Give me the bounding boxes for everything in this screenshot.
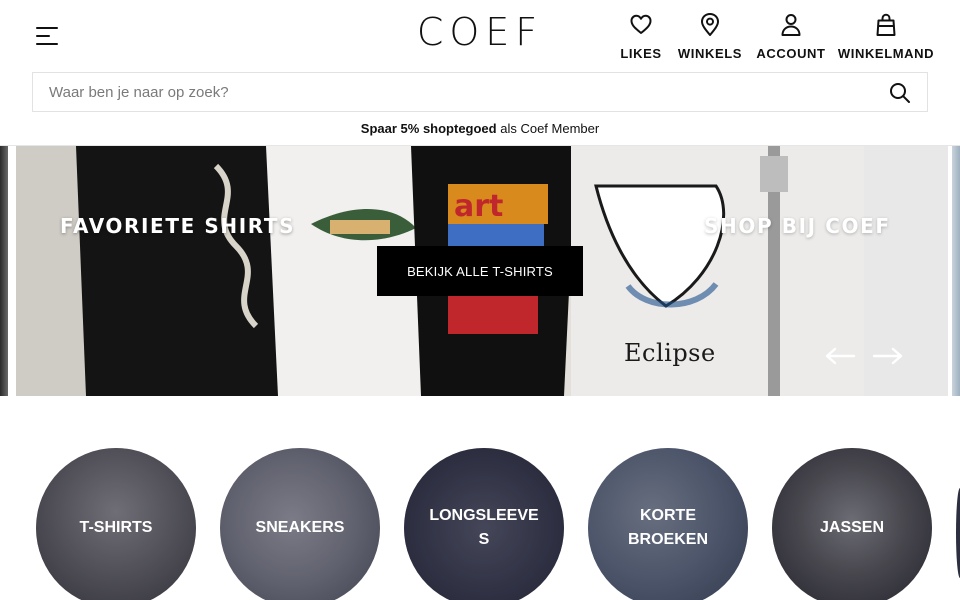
shirt-print-text: Eclipse <box>624 339 716 367</box>
nav-likes-label: LIKES <box>620 46 662 61</box>
hamburger-menu-icon[interactable] <box>34 24 62 48</box>
category-sneakers[interactable]: SNEAKERS <box>220 448 380 600</box>
hero-carousel: art FAVORIETE SHIRTS SHOP BIJ COEF BEKIJ… <box>0 146 960 396</box>
promo-text: als Coef Member <box>496 121 600 136</box>
hero-slide[interactable]: art FAVORIETE SHIRTS SHOP BIJ COEF BEKIJ… <box>16 146 948 396</box>
nav-winkelmand-label: WINKELMAND <box>837 46 935 61</box>
search-input[interactable] <box>33 73 873 111</box>
search-icon[interactable] <box>889 82 911 104</box>
category-label: JASSEN <box>819 519 885 536</box>
nav-winkelmand[interactable]: WINKELMAND <box>837 12 935 64</box>
category-label: T-SHIRTS <box>79 519 153 536</box>
nav-winkels[interactable]: WINKELS <box>676 12 744 64</box>
promo-highlight: Spaar 5% shoptegoed <box>360 121 497 136</box>
nav-likes[interactable]: LIKES <box>617 12 665 64</box>
category-carousel: T-SHIRTS SNEAKERS LONGSLEEVES KORTE BROE… <box>0 448 960 600</box>
category-jassen[interactable]: JASSEN <box>772 448 932 600</box>
category-label: SNEAKERS <box>255 519 345 536</box>
hero-left-heading: FAVORIETE SHIRTS <box>60 214 296 238</box>
shopping-bag-icon <box>876 13 896 36</box>
nav-account[interactable]: ACCOUNT <box>756 12 826 64</box>
site-header: COEF LIKES WINKELS ACCOUNT WINKELMAND Wa… <box>0 0 960 146</box>
user-icon <box>781 14 801 36</box>
coef-logo[interactable]: COEF <box>400 10 560 54</box>
arrow-left-icon[interactable] <box>824 344 856 368</box>
category-tshirts[interactable]: T-SHIRTS <box>36 448 196 600</box>
category-longsleeves[interactable]: LONGSLEEVES <box>404 448 564 600</box>
nav-winkels-label: WINKELS <box>677 46 743 61</box>
next-category-peek <box>956 488 960 578</box>
location-pin-icon <box>701 13 719 36</box>
search-bar <box>32 72 928 112</box>
member-promo-banner[interactable]: Spaar 5% shoptegoed als Coef Member <box>0 121 960 136</box>
nav-account-label: ACCOUNT <box>756 46 826 61</box>
category-label: LONGSLEEVES <box>429 507 539 548</box>
view-all-tshirts-button[interactable]: BEKIJK ALLE T-SHIRTS <box>377 246 583 296</box>
hero-right-heading: SHOP BIJ COEF <box>704 214 891 238</box>
heart-icon <box>630 14 652 34</box>
next-slide-peek <box>952 146 960 396</box>
svg-text:art: art <box>454 189 503 224</box>
category-label: KORTE BROEKEN <box>628 507 709 548</box>
category-korte-broeken[interactable]: KORTE BROEKEN <box>588 448 748 600</box>
previous-slide-peek <box>0 146 8 396</box>
arrow-right-icon[interactable] <box>872 344 904 368</box>
